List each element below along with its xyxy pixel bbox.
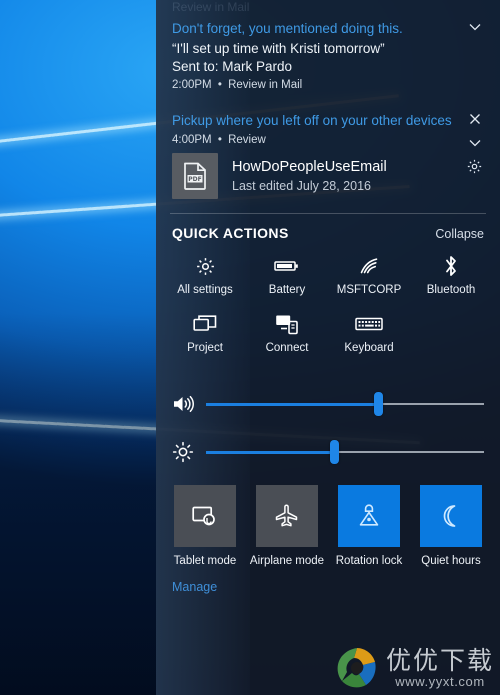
speaker-icon (172, 394, 206, 414)
battery-icon (246, 253, 328, 279)
watermark-text: 优优下载 www.yyxt.com (386, 647, 494, 690)
quick-action-wifi[interactable]: MSFTCORP (328, 253, 410, 297)
chevron-down-icon[interactable] (466, 18, 490, 40)
tile-surface[interactable] (174, 485, 236, 547)
brightness-icon (172, 441, 206, 463)
tile-label: Quiet hours (421, 555, 481, 567)
site-watermark: 优优下载 www.yyxt.com (334, 645, 494, 691)
slider-fill (206, 450, 334, 454)
tile-label: Airplane mode (249, 555, 325, 567)
gear-icon (164, 253, 246, 279)
tile-tablet-mode[interactable]: Tablet mode (164, 485, 246, 568)
notification-title: Don't forget, you mentioned doing this. (172, 21, 403, 36)
quick-action-project[interactable]: Project (164, 311, 246, 355)
quick-action-empty-slot (410, 311, 492, 355)
quick-action-battery[interactable]: Battery (246, 253, 328, 297)
quick-action-bluetooth[interactable]: Bluetooth (410, 253, 492, 297)
notification-recipient: Sent to: Mark Pardo (172, 59, 293, 74)
notification-time: 2:00PM (172, 79, 212, 91)
file-name: HowDoPeopleUseEmail (232, 158, 387, 175)
notification-cortana-reminder[interactable]: Don't forget, you mentioned doing this. … (156, 12, 500, 104)
quick-action-label: Keyboard (344, 342, 394, 354)
wifi-icon (328, 253, 410, 279)
notification-pickup-where-you-left-off[interactable]: Pickup where you left off on your other … (156, 104, 500, 174)
collapse-button[interactable]: Collapse (435, 227, 484, 241)
quick-action-label: Battery (268, 284, 306, 296)
meta-separator: • (217, 134, 222, 146)
tile-quiet-hours[interactable]: Quiet hours (410, 485, 492, 568)
quick-actions-heading: QUICK ACTIONS (172, 225, 289, 241)
notification-actions (464, 110, 492, 182)
file-last-edited: Last edited July 28, 2016 (232, 178, 371, 193)
file-info: HowDoPeopleUseEmail Last edited July 28,… (232, 158, 387, 195)
quick-actions-row-1: All settings Battery MSFTCORP Bluetooth (156, 243, 500, 297)
yyxt-logo-icon (334, 645, 380, 691)
svg-text:PDF: PDF (188, 176, 201, 183)
slider-thumb[interactable] (329, 440, 339, 464)
tablet-mode-icon (192, 505, 218, 527)
slider-fill (206, 402, 379, 406)
tile-surface[interactable] (338, 485, 400, 547)
moon-icon (439, 503, 463, 529)
quick-action-keyboard[interactable]: Keyboard (328, 311, 410, 355)
quick-action-label: MSFTCORP (336, 284, 402, 296)
clipped-notification: Review in Mail (172, 0, 250, 12)
slider-thumb[interactable] (374, 392, 384, 416)
notification-meta: 4:00PM • Review (172, 132, 460, 149)
notification-quote: “I'll set up time with Kristi tomorrow” (172, 41, 385, 56)
quick-action-label: Bluetooth (426, 284, 476, 296)
airplane-icon (274, 503, 300, 529)
tile-rotation-lock[interactable]: Rotation lock (328, 485, 410, 568)
quick-action-label: Project (187, 342, 223, 354)
bluetooth-icon (410, 253, 492, 279)
rotation-lock-icon (357, 503, 381, 529)
connect-icon (246, 311, 328, 337)
brightness-slider-row (156, 431, 500, 473)
gear-icon[interactable] (466, 158, 490, 180)
quick-actions-row-2: Project Connect Keyboard (156, 297, 500, 355)
tile-label: Tablet mode (173, 555, 237, 567)
watermark-title: 优优下载 (385, 645, 494, 675)
notification-actions (464, 18, 492, 42)
notification-title: Pickup where you left off on your other … (172, 113, 452, 128)
volume-slider-row (156, 383, 500, 425)
notification-meta: 2:00PM • Review in Mail (172, 77, 460, 94)
chevron-down-icon[interactable] (466, 134, 490, 156)
quick-actions-header: QUICK ACTIONS Collapse (156, 214, 500, 243)
tile-label: Rotation lock (335, 555, 403, 567)
tile-surface[interactable] (256, 485, 318, 547)
file-thumbnail: PDF (172, 153, 218, 199)
tile-surface[interactable] (420, 485, 482, 547)
quick-action-label: All settings (177, 284, 233, 296)
watermark-url: www.yyxt.com (395, 673, 485, 689)
recent-file-card[interactable]: PDF HowDoPeopleUseEmail Last edited July… (156, 149, 500, 207)
notification-time: 4:00PM (172, 134, 212, 146)
quick-action-label: Connect (265, 342, 309, 354)
notification-action-link[interactable]: Review in Mail (228, 79, 302, 91)
pdf-file-icon: PDF (182, 162, 208, 190)
quick-action-tiles: Tablet mode Airplane mode Rotation lock … (156, 473, 500, 568)
quick-action-all-settings[interactable]: All settings (164, 253, 246, 297)
tile-airplane-mode[interactable]: Airplane mode (246, 485, 328, 568)
brightness-slider[interactable] (206, 440, 484, 464)
meta-separator: • (217, 79, 222, 91)
volume-slider[interactable] (206, 392, 484, 416)
notification-action-link[interactable]: Review (228, 134, 266, 146)
project-icon (164, 311, 246, 337)
quick-action-connect[interactable]: Connect (246, 311, 328, 355)
manage-link[interactable]: Manage (156, 568, 500, 594)
keyboard-icon (328, 311, 410, 337)
action-center-panel: Review in Mail Don't forget, you mention… (156, 0, 500, 695)
close-icon[interactable] (466, 110, 490, 132)
